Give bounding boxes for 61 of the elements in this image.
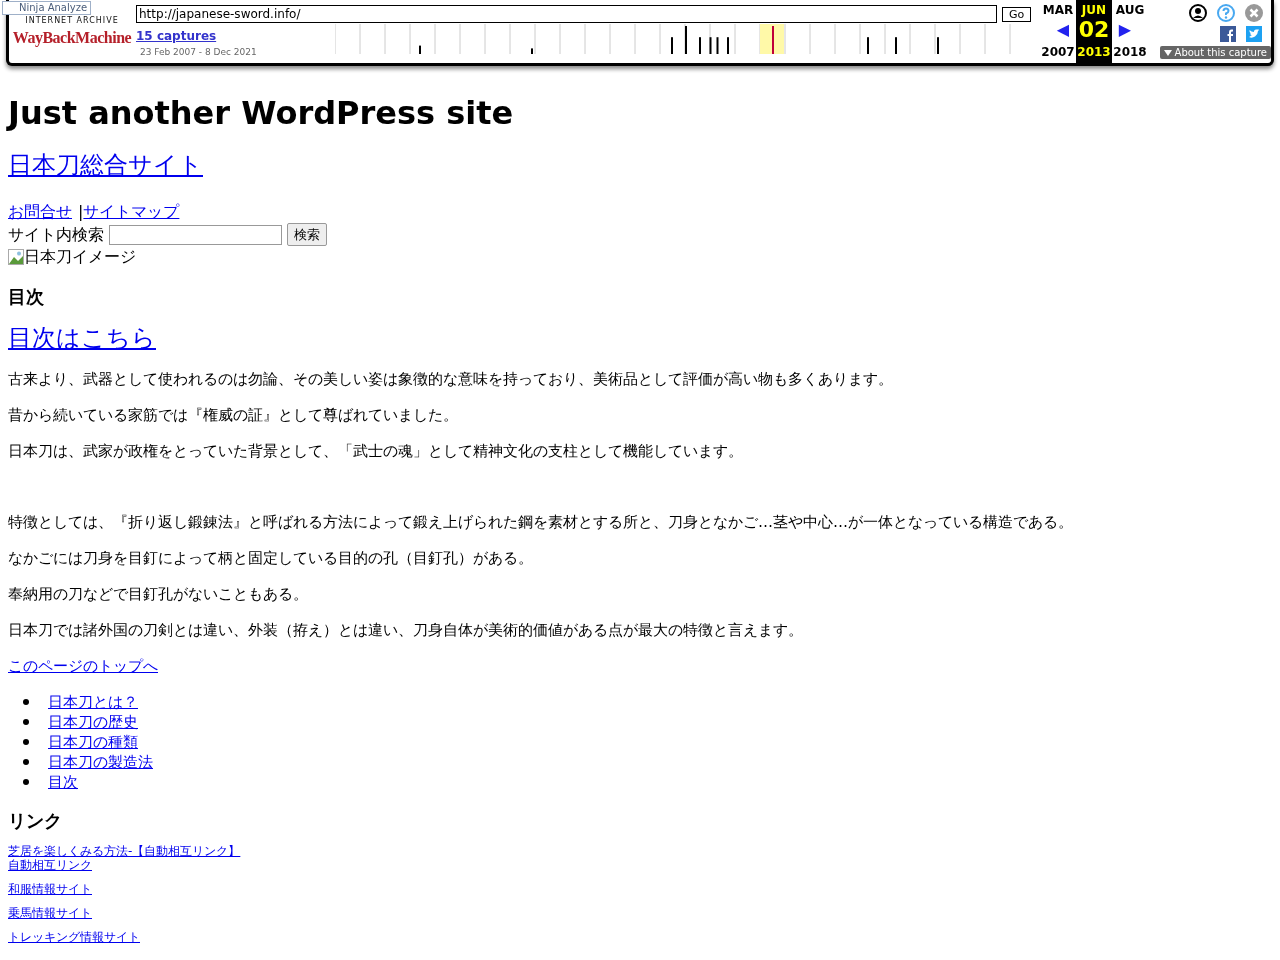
bullet-icon <box>23 759 29 765</box>
broken-image-icon <box>8 249 24 265</box>
url-field[interactable]: http://japanese-sword.info/ <box>136 5 997 23</box>
links-heading: リンク <box>8 810 63 832</box>
previous-arrow[interactable]: ◀ <box>1056 18 1070 42</box>
month-label[interactable]: MAR <box>1042 2 1074 18</box>
year-label: 2018 <box>1113 44 1147 60</box>
sitemap-link[interactable]: サイトマップ <box>83 202 180 222</box>
month-label[interactable]: JUN <box>1081 2 1107 18</box>
search-button[interactable]: 検索 <box>287 223 327 246</box>
nav-link[interactable]: 日本刀の歴史 <box>48 712 138 732</box>
partner-link[interactable]: トレッキング情報サイト <box>8 930 140 944</box>
partner-link[interactable]: 和服情報サイト <box>8 882 92 896</box>
bullet-icon <box>23 779 29 785</box>
bullet-icon <box>23 699 29 705</box>
page-top-link[interactable]: このページのトップへ <box>8 656 158 676</box>
body-paragraph: 日本刀は、武家が政権をとっていた背景として、「武士の魂」として精神文化の支柱として機能しています。 <box>8 441 744 461</box>
twitter-icon[interactable] <box>1246 26 1262 42</box>
separator-text: | <box>78 202 84 222</box>
nav-link[interactable]: 日本刀とは？ <box>48 692 138 712</box>
date-column[interactable]: MAR ◀ 2007 <box>1040 0 1076 63</box>
year-label: 2013 <box>1077 44 1111 60</box>
caret-down-icon <box>1163 49 1172 56</box>
contact-link[interactable]: お問合せ <box>8 202 72 222</box>
close-icon[interactable] <box>1245 4 1263 22</box>
site-title: Just another WordPress site <box>8 94 515 132</box>
day-label: 02 <box>1078 18 1110 42</box>
nav-link[interactable]: 日本刀の製造法 <box>48 752 153 772</box>
wayback-logo[interactable]: WayBackMachine <box>12 25 132 51</box>
body-paragraph: 昔から続いている家筋では『権威の証』として尊ばれていました。 <box>8 405 459 425</box>
body-paragraph: 古来より、武器として使われるのは勿論、その美しい姿は象徴的な意味を持っており、美術品として評価が高い物も多くあります。 <box>8 369 894 389</box>
partner-link[interactable]: 芝居を楽しくみる方法-【自動相互リンク】 <box>8 844 241 858</box>
body-paragraph: 特徴としては、『折り返し鍛錬法』と呼ばれる方法によって鍛え上げられた鋼を素材とする所と、刀身となかご…茎や中心…が一体となっている構造である。 <box>8 512 1074 532</box>
image-alt-text: 日本刀イメージ <box>24 247 136 267</box>
bullet-icon <box>23 739 29 745</box>
logo-caption: INTERNET ARCHIVE <box>25 16 119 25</box>
site-name-link[interactable]: 日本刀総合サイト <box>8 150 203 180</box>
partner-link[interactable]: 乗馬情報サイト <box>8 906 92 920</box>
date-column[interactable]: AUG ▶ 2018 <box>1112 0 1148 63</box>
extension-badge[interactable]: Ninja Analyze <box>2 1 92 15</box>
date-range: 23 Feb 2007 - 8 Dec 2021 <box>140 46 258 58</box>
user-icon[interactable] <box>1189 4 1207 22</box>
bullet-icon <box>23 719 29 725</box>
about-capture-button[interactable]: About this capture <box>1159 46 1271 59</box>
go-button[interactable]: Go <box>1002 6 1032 22</box>
month-label[interactable]: AUG <box>1115 2 1145 18</box>
facebook-icon[interactable] <box>1220 26 1236 42</box>
date-column[interactable]: JUN 02 2013 <box>1076 0 1112 63</box>
body-paragraph: 奉納用の刀などで目釘孔がないこともある。 <box>8 584 309 604</box>
nav-link[interactable]: 日本刀の種類 <box>48 732 138 752</box>
search-label: サイト内検索 <box>8 224 104 245</box>
body-paragraph: なかごには刀身を目釘によって柄と固定している目的の孔（目釘孔）がある。 <box>8 548 534 568</box>
next-arrow[interactable]: ▶ <box>1118 18 1132 42</box>
partner-link[interactable]: 自動相互リンク <box>8 858 92 872</box>
year-label: 2007 <box>1041 44 1075 60</box>
toc-heading: 目次 <box>8 286 45 308</box>
body-paragraph: 日本刀では諸外国の刀剣とは違い、外装（拵え）とは違い、刀身自体が美術的価値がある点が最大の特徴と言えます。 <box>8 620 804 640</box>
search-field[interactable] <box>109 224 282 245</box>
toc-link[interactable]: 目次はこちら <box>8 323 156 353</box>
nav-link[interactable]: 目次 <box>48 772 78 792</box>
captures-link[interactable]: 15 captures <box>136 28 335 44</box>
